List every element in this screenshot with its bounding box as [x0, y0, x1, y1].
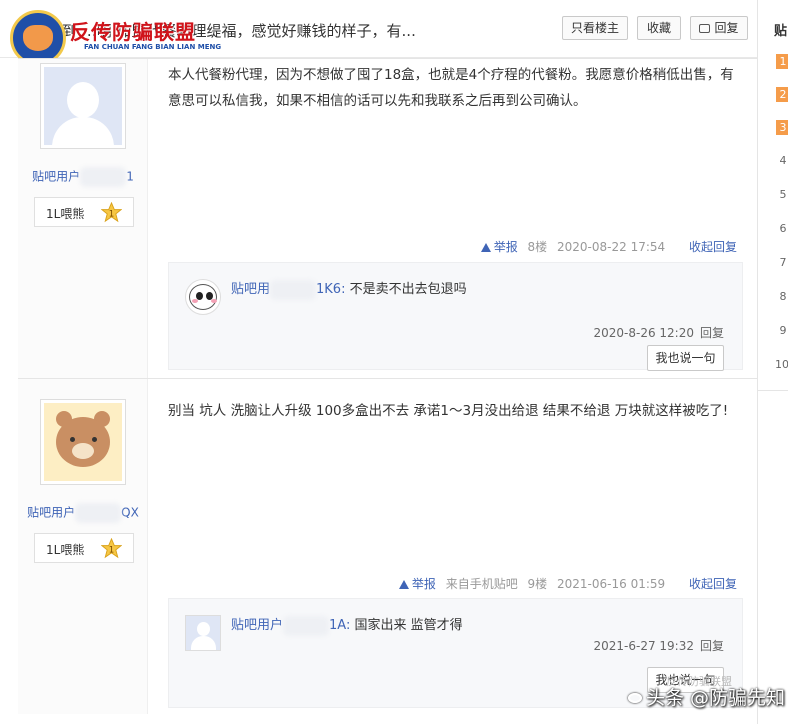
sub-reply-reply-link[interactable]: 回复	[700, 326, 724, 340]
post-content: 别当 坑人 洗脑让人升级 100多盒出不去 承诺1～3月没出给退 结果不给退 万…	[168, 403, 729, 419]
post-meta: 举报 来自手机贴吧 9楼 2021-06-16 01:59 收起回复	[398, 575, 737, 592]
sub-reply-line: 贴吧用 1K6: 不是卖不出去包退吗	[231, 278, 467, 300]
avatar[interactable]	[185, 615, 221, 651]
report-link[interactable]: 举报	[398, 577, 436, 591]
sub-reply-box: 贴吧用 1K6: 不是卖不出去包退吗 2020-8-26 12:20 回复 我也说一…	[168, 262, 743, 371]
reply-button[interactable]: 回复	[690, 16, 748, 40]
only-author-button[interactable]: 只看楼主	[562, 16, 628, 40]
rank-number: 6	[779, 222, 787, 235]
say-something-button[interactable]: 我也说一句	[647, 345, 724, 371]
report-link[interactable]: 举报	[480, 240, 518, 254]
svg-text:1: 1	[109, 545, 114, 555]
author-column: 贴吧用户 QX 1L喂熊 1	[18, 379, 148, 714]
reply-button-label: 回复	[714, 21, 739, 35]
collapse-replies-link[interactable]: 收起回复	[689, 575, 737, 592]
sub-reply-text: 国家出来 监管才得	[354, 618, 463, 633]
wechat-icon	[628, 693, 642, 703]
author-column: 贴吧用户 1 1L喂熊 1	[18, 59, 148, 378]
post-floor-9: 贴吧用户 QX 1L喂熊 1 别当 坑人 洗脑让人升级 100多盒出不去 承诺1～…	[18, 378, 757, 714]
logo-text: 反传防骗联盟	[70, 20, 196, 44]
avatar[interactable]	[185, 279, 221, 315]
level-star-icon: 1	[101, 202, 122, 223]
default-avatar-icon	[44, 67, 122, 145]
sub-reply-author[interactable]: 贴吧用 1K6:	[231, 279, 345, 300]
rank-number: 7	[779, 256, 787, 269]
rank-number: 3	[776, 120, 788, 135]
svg-text:1: 1	[109, 209, 114, 219]
rank-number: 9	[779, 324, 787, 337]
level-badge[interactable]: 1L喂熊 1	[34, 533, 134, 563]
rank-number: 10	[775, 358, 788, 371]
watermark-text: 头条 @防骗先知	[628, 683, 785, 710]
sub-reply-text: 不是卖不出去包退吗	[349, 282, 467, 297]
author-name[interactable]: 贴吧用户 QX	[18, 503, 148, 523]
rank-number: 2	[776, 87, 788, 102]
warning-icon	[398, 580, 409, 589]
sub-reply-meta: 2021-6-27 19:32 回复	[593, 639, 724, 653]
logo-subtext: FAN CHUAN FANG BIAN LIAN MENG	[84, 43, 222, 51]
right-sidebar: 贴 1 2 3 4 5 6 7 8 9 10	[757, 0, 788, 724]
sub-reply-meta: 2020-8-26 12:20 回复	[593, 326, 724, 340]
favorite-button[interactable]: 收藏	[637, 16, 681, 40]
sub-reply-reply-link[interactable]: 回复	[700, 639, 724, 653]
post-time: 2020-08-22 17:54	[557, 240, 666, 254]
rank-number: 4	[779, 154, 787, 167]
floor-number: 8楼	[527, 240, 548, 254]
sidebar-heading: 贴	[774, 24, 788, 39]
bear-avatar-icon	[44, 403, 122, 481]
post-meta: 举报 8楼 2020-08-22 17:54 收起回复	[480, 238, 737, 255]
sub-reply-line: 贴吧用户 1A: 国家出来 监管才得	[231, 614, 463, 636]
avatar[interactable]	[40, 399, 126, 485]
level-star-icon: 1	[101, 538, 122, 559]
post-content: 本人代餐粉代理，因为不想做了囤了18盒，也就是4个疗程的代餐粉。我愿意价格稍低出…	[168, 67, 734, 109]
rank-number: 5	[779, 188, 787, 201]
floor-number: 9楼	[527, 577, 548, 591]
level-badge[interactable]: 1L喂熊 1	[34, 197, 134, 227]
avatar[interactable]	[40, 63, 126, 149]
post-source[interactable]: 来自手机贴吧	[446, 577, 518, 591]
post-floor-8: 贴吧用户 1 1L喂熊 1 本人代餐粉代理，因为不想做了囤了18盒，也就是4个疗程…	[18, 58, 757, 378]
rank-number: 8	[779, 290, 787, 303]
author-name[interactable]: 贴吧用户 1	[18, 167, 148, 187]
collapse-replies-link[interactable]: 收起回复	[689, 238, 737, 255]
sub-reply-author[interactable]: 贴吧用户 1A:	[231, 615, 350, 636]
post-time: 2021-06-16 01:59	[557, 577, 666, 591]
comment-icon	[699, 24, 711, 33]
warning-icon	[480, 243, 491, 252]
rank-number: 1	[776, 54, 788, 69]
